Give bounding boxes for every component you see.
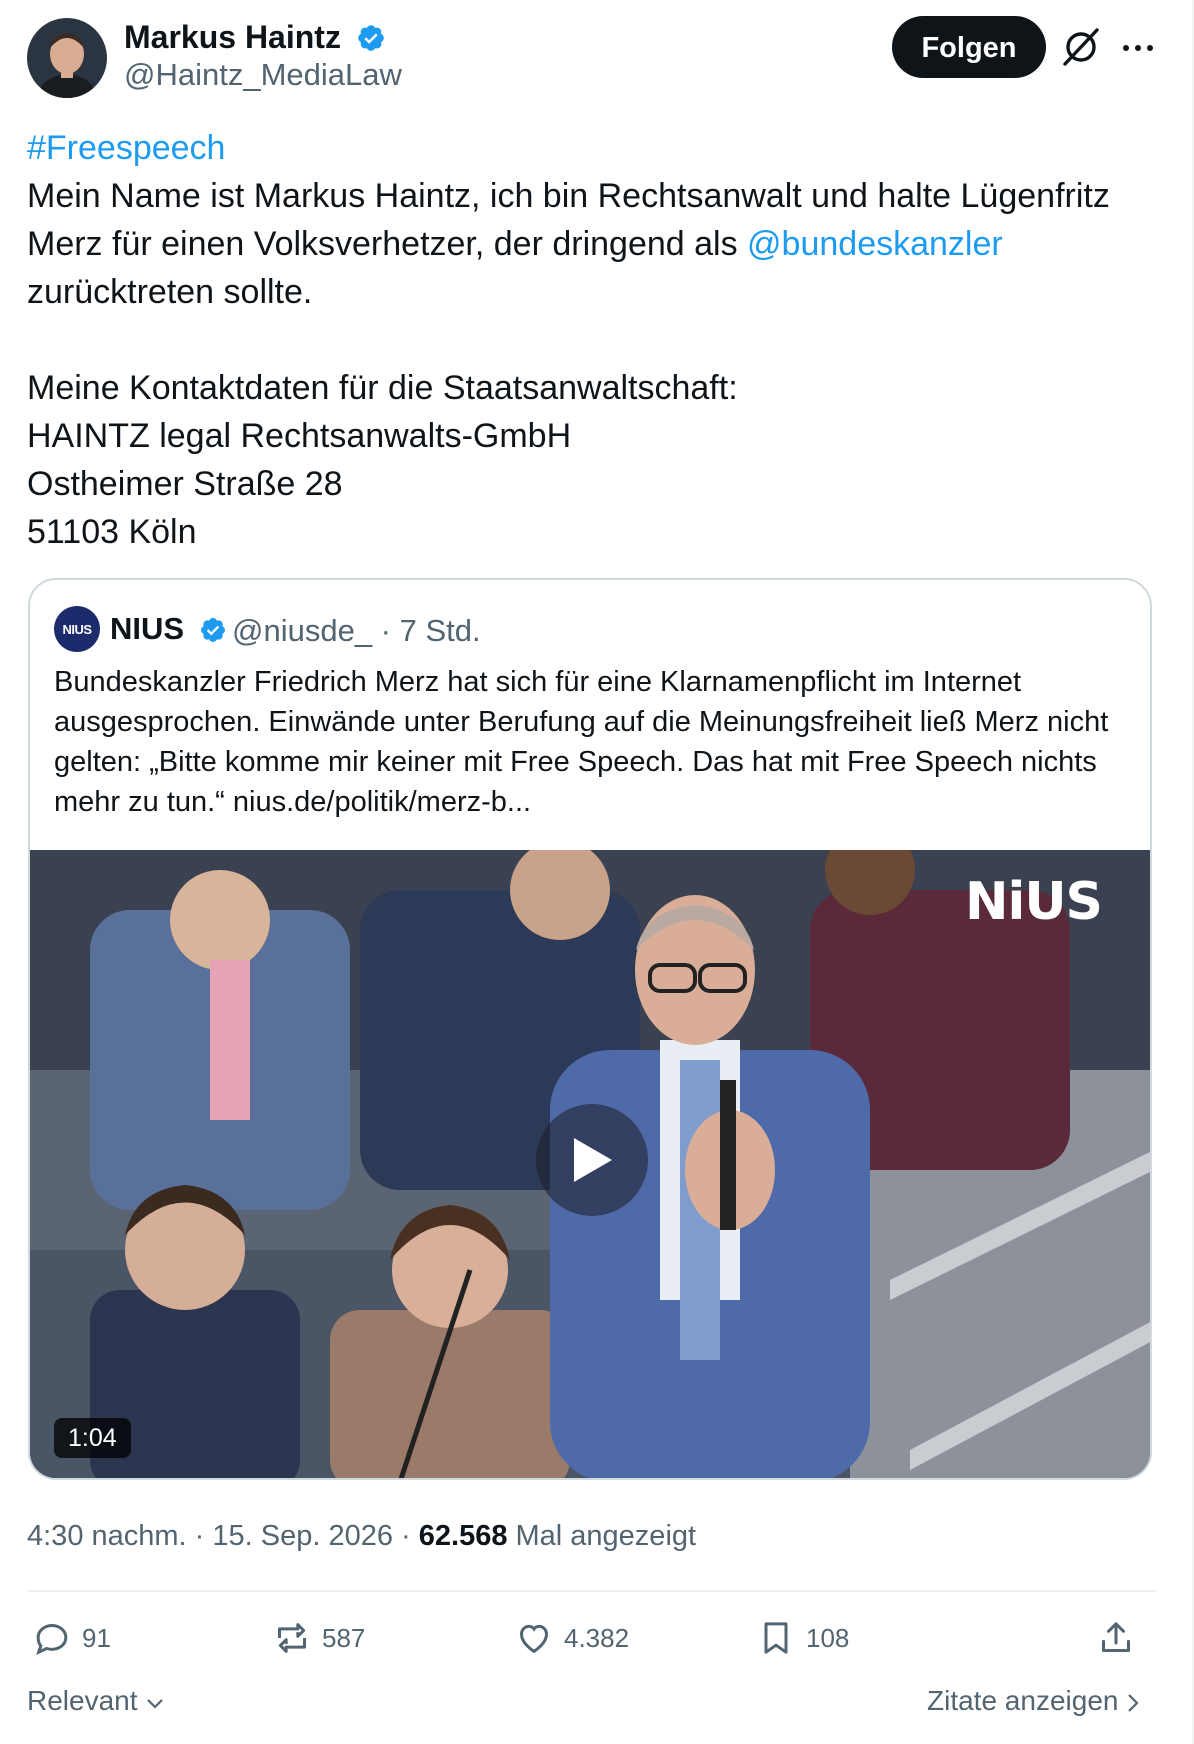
more-options-icon[interactable] xyxy=(1120,30,1156,66)
quote-avatar[interactable]: NIUS xyxy=(54,606,100,652)
quoted-tweet-card[interactable]: NIUS NIUS @niusde_ · 7 Std. Bundeskanzle… xyxy=(28,578,1152,1480)
author-name[interactable]: Markus Haintz xyxy=(124,18,386,56)
author-handle[interactable]: @Haintz_MediaLaw xyxy=(124,56,402,94)
share-button[interactable] xyxy=(1096,1614,1136,1662)
author-avatar[interactable] xyxy=(27,18,107,98)
like-button[interactable]: 4.382 xyxy=(514,1614,629,1662)
bookmark-button[interactable]: 108 xyxy=(756,1614,849,1662)
video-player[interactable]: NiUS 1:04 xyxy=(30,850,1150,1478)
heart-icon xyxy=(519,1624,549,1654)
reply-count: 91 xyxy=(82,1622,111,1653)
tweet-meta: 4:30 nachm. · 15. Sep. 2026 · 62.568 Mal… xyxy=(27,1516,696,1556)
verified-badge-icon xyxy=(358,25,384,51)
mention-link[interactable]: @bundeskanzler xyxy=(747,225,1003,263)
quote-text: Bundeskanzler Friedrich Merz hat sich fü… xyxy=(54,666,1109,818)
sort-dropdown[interactable]: Relevant xyxy=(27,1682,165,1720)
contact-company: HAINTZ legal Rechtsanwalts-GmbH xyxy=(27,417,572,455)
repost-button[interactable]: 587 xyxy=(272,1614,365,1662)
contact-city: 51103 Köln xyxy=(27,513,197,551)
author-name-text[interactable]: Markus Haintz xyxy=(124,19,341,55)
play-icon xyxy=(574,1138,612,1182)
bookmark-icon xyxy=(764,1622,788,1654)
bookmark-count: 108 xyxy=(806,1622,850,1653)
verified-badge-icon xyxy=(200,618,225,642)
view-quotes-link[interactable]: Zitate anzeigen xyxy=(927,1682,1140,1720)
quote-author-name[interactable]: NIUS xyxy=(110,610,227,648)
share-icon xyxy=(1102,1622,1130,1652)
sort-label: Relevant xyxy=(27,1685,138,1716)
reply-button[interactable]: 91 xyxy=(32,1614,111,1662)
tweet-timestamp[interactable]: 4:30 nachm. · 15. Sep. 2026 · xyxy=(27,1520,419,1552)
divider xyxy=(27,1590,1157,1592)
quote-author-handle[interactable]: @niusde_ · 7 Std. xyxy=(232,612,481,650)
quote-author-name-text[interactable]: NIUS xyxy=(110,611,184,646)
tweet-text-line-end: zurücktreten sollte. xyxy=(27,273,313,311)
view-count: 62.568 xyxy=(418,1520,508,1552)
repost-icon xyxy=(278,1623,306,1653)
like-count: 4.382 xyxy=(564,1622,630,1653)
video-duration: 1:04 xyxy=(54,1418,131,1458)
view-quotes-label: Zitate anzeigen xyxy=(927,1685,1119,1716)
play-button[interactable] xyxy=(536,1104,648,1216)
grok-icon[interactable] xyxy=(1060,26,1102,68)
follow-button[interactable]: Folgen xyxy=(892,16,1046,78)
chevron-right-icon xyxy=(1128,1693,1139,1712)
repost-count: 587 xyxy=(322,1622,366,1653)
reply-icon xyxy=(36,1623,68,1655)
hashtag-link[interactable]: #Freespeech xyxy=(27,129,225,167)
contact-street: Ostheimer Straße 28 xyxy=(27,465,343,503)
contact-intro: Meine Kontaktdaten für die Staatsanwalts… xyxy=(27,369,738,407)
tweet-text: #Freespeech Mein Name ist Markus Haintz,… xyxy=(27,124,1177,556)
video-watermark: NiUS xyxy=(964,872,1103,932)
views-label: Mal angezeigt xyxy=(507,1520,697,1552)
chevron-down-icon xyxy=(147,1698,164,1709)
